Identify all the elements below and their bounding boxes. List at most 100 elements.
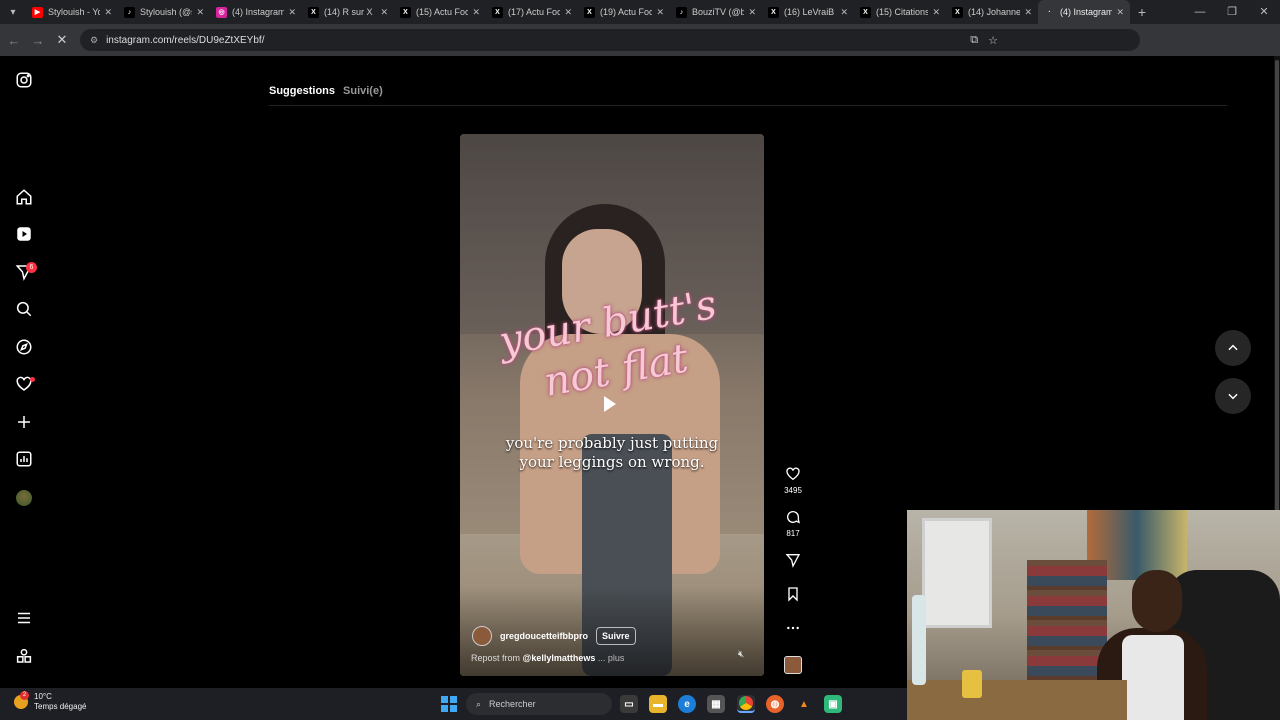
back-icon[interactable]: ←	[2, 33, 26, 48]
taskbar-search[interactable]: ⌕ Rechercher	[466, 693, 612, 715]
notification-badge: 6	[26, 262, 37, 273]
tab-list: ▶Stylouish - YouTube✕ ♪ Stylouish (@stylou…	[26, 0, 1130, 24]
dashboard-icon[interactable]	[14, 449, 34, 469]
webcam-person-shirt	[1122, 635, 1184, 720]
tab-close-icon[interactable]: ✕	[1024, 7, 1032, 18]
file-explorer-icon[interactable]: ▬	[649, 695, 667, 713]
feed-divider	[269, 105, 1227, 106]
create-plus-icon[interactable]	[14, 412, 34, 432]
mute-icon[interactable]: 🔇︎	[738, 649, 744, 660]
x-icon: X	[952, 6, 963, 18]
forward-icon[interactable]: →	[26, 33, 50, 48]
repost-user[interactable]: @kellylmatthews	[523, 653, 596, 663]
reel-video[interactable]: your butt's not flat you're probably jus…	[460, 134, 764, 676]
share-action[interactable]	[782, 552, 804, 568]
more-menu-icon[interactable]	[14, 608, 34, 628]
reel-overlay-caption: you're probably just putting your leggin…	[505, 434, 719, 471]
minimize-icon[interactable]: —	[1184, 0, 1216, 24]
like-action[interactable]: 3495	[782, 466, 804, 495]
edge-icon[interactable]: e	[678, 695, 696, 713]
x-icon: X	[584, 6, 595, 18]
notification-dot	[30, 377, 35, 382]
weather-widget[interactable]: 2 10°C Temps dégagé	[14, 691, 86, 712]
webcam-shelf	[1027, 560, 1107, 690]
reels-icon[interactable]	[14, 224, 34, 244]
omnibox-actions: ⧉ ☆	[970, 29, 998, 51]
browser-tab[interactable]: X (15) Citations ✕	[854, 0, 946, 24]
audio-thumbnail[interactable]	[784, 656, 802, 674]
task-view-icon[interactable]: ▭	[620, 695, 638, 713]
new-tab-button[interactable]: +	[1130, 4, 1154, 20]
browser-tab[interactable]: ♪ BouziTV (@bouzitv)✕	[670, 0, 762, 24]
follow-button[interactable]: Suivre	[596, 627, 636, 645]
tab-close-icon[interactable]: ✕	[932, 7, 940, 18]
tab-close-icon[interactable]: ✕	[1116, 7, 1124, 18]
tab-title: (14) R sur X	[324, 7, 373, 17]
tab-title: (14) Johanne	[968, 7, 1021, 17]
close-window-icon[interactable]: ✕	[1248, 0, 1280, 24]
browser-tab[interactable]: · (4) Instagram ✕	[1038, 0, 1130, 24]
play-icon[interactable]	[604, 396, 616, 412]
restore-icon[interactable]: ❐	[1216, 0, 1248, 24]
tab-close-icon[interactable]: ✕	[840, 7, 848, 18]
tab-title: (17) Actu Foot	[508, 7, 561, 17]
tab-close-icon[interactable]: ✕	[380, 7, 388, 18]
site-info-icon[interactable]: ⚙	[90, 35, 98, 46]
tab-close-icon[interactable]: ✕	[472, 7, 480, 18]
like-count: 3495	[784, 486, 802, 495]
home-icon[interactable]	[14, 187, 34, 207]
tab-close-icon[interactable]: ✕	[748, 7, 756, 18]
tiktok-icon: ♪	[124, 6, 135, 18]
profile-avatar[interactable]	[16, 490, 32, 506]
previous-reel-button[interactable]	[1215, 330, 1251, 366]
tab-title: Stylouish (@stylouish)	[140, 7, 192, 17]
caption-more-link[interactable]: ... plus	[598, 653, 625, 663]
webcam-table	[907, 680, 1127, 720]
share-icon	[785, 554, 801, 568]
bookmark-star-icon[interactable]: ☆	[988, 34, 998, 47]
firefox-icon[interactable]: ◍	[766, 695, 784, 713]
browser-tab[interactable]: ♪ Stylouish (@stylouish) ✕	[118, 0, 210, 24]
tab-title: (4) Instagram	[1060, 7, 1113, 17]
tab-close-icon[interactable]: ✕	[104, 7, 112, 18]
tab-close-icon[interactable]: ✕	[288, 7, 296, 18]
tab-close-icon[interactable]: ✕	[656, 7, 664, 18]
x-icon: X	[768, 6, 779, 18]
store-icon[interactable]: ▦	[707, 695, 725, 713]
comment-icon	[787, 511, 800, 524]
browser-tab[interactable]: X (16) LeVraiB ✕	[762, 0, 854, 24]
instagram-logo-icon[interactable]	[14, 70, 34, 90]
vlc-icon[interactable]: ▲	[795, 695, 813, 713]
browser-tab[interactable]: ▶ Stylouish - YouTube✕	[26, 0, 118, 24]
instagram-sidebar: 6	[0, 56, 48, 688]
author-avatar[interactable]	[472, 626, 492, 646]
cast-icon[interactable]: ⧉	[970, 34, 978, 47]
tab-close-icon[interactable]: ✕	[564, 7, 572, 18]
x-icon: X	[400, 6, 411, 18]
browser-tab[interactable]: X (17) Actu Foot ✕	[486, 0, 578, 24]
webcam-jar	[962, 670, 982, 698]
browser-tab[interactable]: X (19) Actu Foot ✕	[578, 0, 670, 24]
search-icon[interactable]	[14, 299, 34, 319]
tab-following[interactable]: Suivi(e)	[343, 85, 383, 97]
browser-tab[interactable]: X (14) Johanne ✕	[946, 0, 1038, 24]
more-options-action[interactable]	[782, 620, 804, 636]
browser-tab[interactable]: X (15) Actu Foot ✕	[394, 0, 486, 24]
tab-close-icon[interactable]: ✕	[196, 7, 204, 18]
author-name[interactable]: gregdoucetteifbbpro	[500, 631, 588, 641]
explore-icon[interactable]	[14, 337, 34, 357]
tab-suggestions[interactable]: Suggestions	[269, 85, 335, 97]
browser-tab[interactable]: ◎ (4) Instagram ✕	[210, 0, 302, 24]
comment-action[interactable]: 817	[782, 509, 804, 538]
app-icon[interactable]: ▣	[824, 695, 842, 713]
next-reel-button[interactable]	[1215, 378, 1251, 414]
save-action[interactable]	[782, 586, 804, 602]
chrome-icon[interactable]	[737, 695, 755, 713]
address-toolbar: ← → ✕ ⚙ instagram.com/reels/DU9eZtXEYbf/…	[0, 24, 1280, 71]
address-bar[interactable]: ⚙ instagram.com/reels/DU9eZtXEYbf/ ⧉ ☆	[80, 29, 1140, 51]
browser-tab[interactable]: X (14) R sur X ✕	[302, 0, 394, 24]
loading-stop-icon[interactable]: ✕	[50, 32, 74, 48]
meta-apps-icon[interactable]	[14, 646, 34, 666]
tab-search-icon[interactable]: ▾	[0, 0, 26, 24]
windows-start-icon[interactable]	[441, 696, 457, 712]
